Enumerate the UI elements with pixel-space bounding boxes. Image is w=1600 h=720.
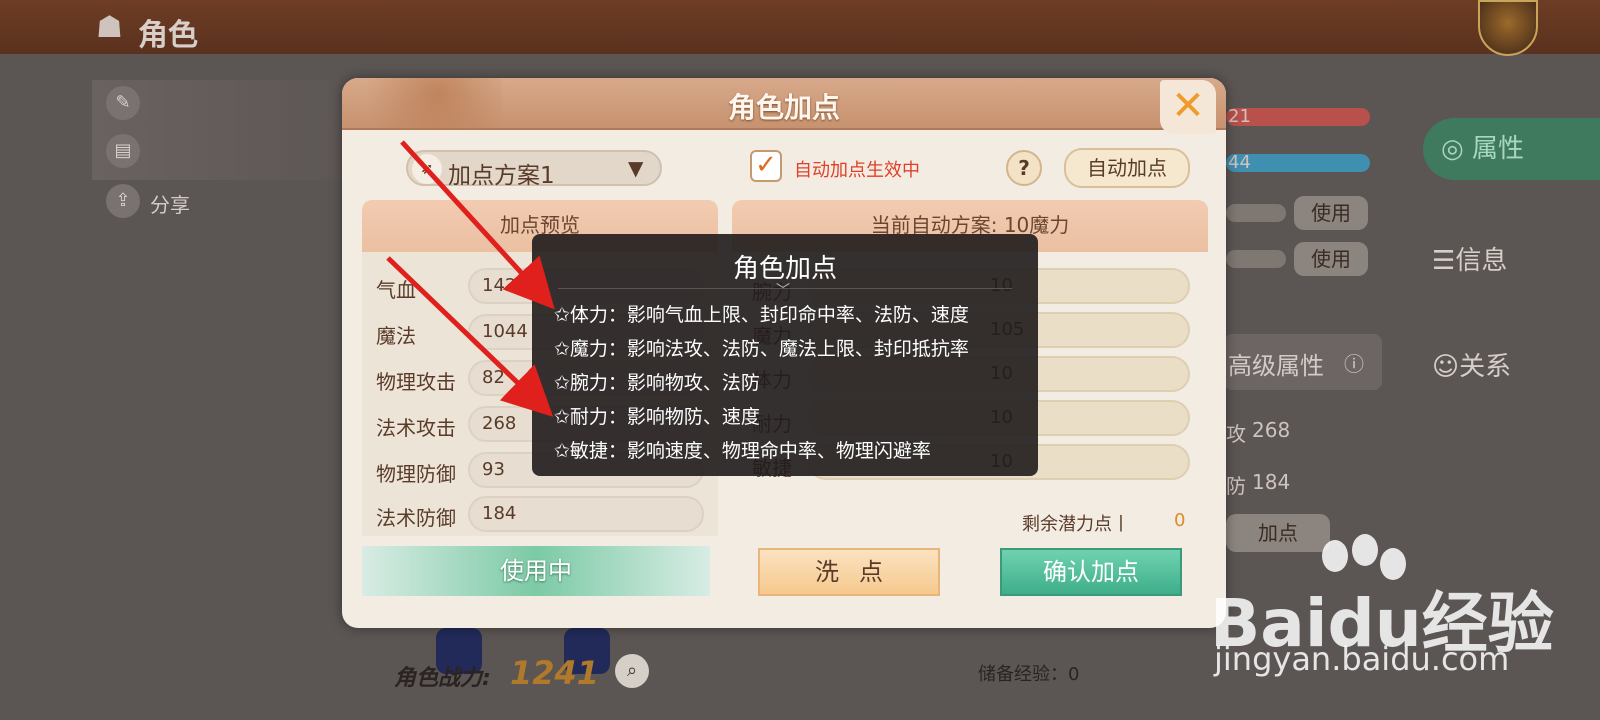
arrow-to-stamina [400, 140, 555, 310]
baidu-paw-icon [1352, 534, 1378, 566]
baidu-paw-icon [1322, 540, 1348, 572]
watermark-url: jingyan.baidu.com [1214, 640, 1510, 678]
arrow-to-endurance [386, 256, 554, 417]
